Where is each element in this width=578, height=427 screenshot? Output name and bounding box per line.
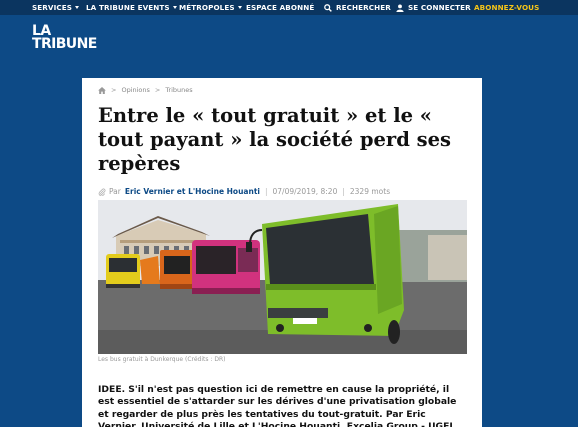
breadcrumb: > Opinions > Tribunes [98,86,193,94]
article-authors-link[interactable]: Eric Vernier et L'Hocine Houanti [125,187,260,196]
article-photo [98,200,467,354]
photo-caption: Les bus gratuit à Dunkerque (Crédits : D… [98,356,226,363]
nav-espace-abonne-link[interactable]: ESPACE ABONNÉ [246,3,314,12]
nav-events-label: LA TRIBUNE EVENTS [86,3,170,12]
chevron-down-icon [75,6,80,9]
nav-events-menu[interactable]: LA TRIBUNE EVENTS [86,3,177,12]
breadcrumb-separator: > [154,86,161,94]
login-label: SE CONNECTER [408,3,471,12]
byline-divider: | [264,187,268,196]
la-tribune-logo[interactable]: LA TRIBUNE [32,24,97,52]
top-navigation-bar: SERVICES LA TRIBUNE EVENTS MÉTROPOLES ES… [0,0,578,15]
search-label: RECHERCHER [336,3,391,12]
byline-by-label: Par [109,187,121,196]
article-card: > Opinions > Tribunes Entre le « tout gr… [82,78,482,427]
nav-services-menu[interactable]: SERVICES [32,3,80,12]
search-icon [324,3,332,12]
search-button[interactable]: RECHERCHER [324,3,391,12]
nav-espace-label: ESPACE ABONNÉ [246,3,315,12]
logo-line-2: TRIBUNE [32,35,97,52]
subscribe-label: ABONNEZ-VOUS [474,3,540,12]
byline-divider: | [342,187,345,196]
article-title: Entre le « tout gratuit » et le « tout p… [98,104,451,175]
article-byline: Par Eric Vernier et L'Hocine Houanti | 0… [98,187,390,196]
breadcrumb-separator: > [111,86,117,94]
nav-metropoles-label: MÉTROPOLES [179,3,235,12]
nav-services-label: SERVICES [32,3,73,12]
breadcrumb-opinions-link[interactable]: Opinions [121,86,149,94]
article-lead: IDEE. S'il n'est pas question ici de rem… [98,384,457,427]
login-button[interactable]: SE CONNECTER [396,3,471,12]
breadcrumb-tribunes-link[interactable]: Tribunes [165,86,192,94]
user-icon [396,3,404,12]
paperclip-icon [98,188,106,196]
article-date: 07/09/2019, 8:20 [272,187,338,196]
bus-station-image [98,200,467,354]
nav-metropoles-menu[interactable]: MÉTROPOLES [179,3,242,12]
home-icon[interactable] [98,86,106,94]
subscribe-button[interactable]: ABONNEZ-VOUS [474,3,539,12]
chevron-down-icon [237,6,242,9]
article-word-count: 2329 mots [349,187,391,196]
chevron-down-icon [172,6,177,9]
